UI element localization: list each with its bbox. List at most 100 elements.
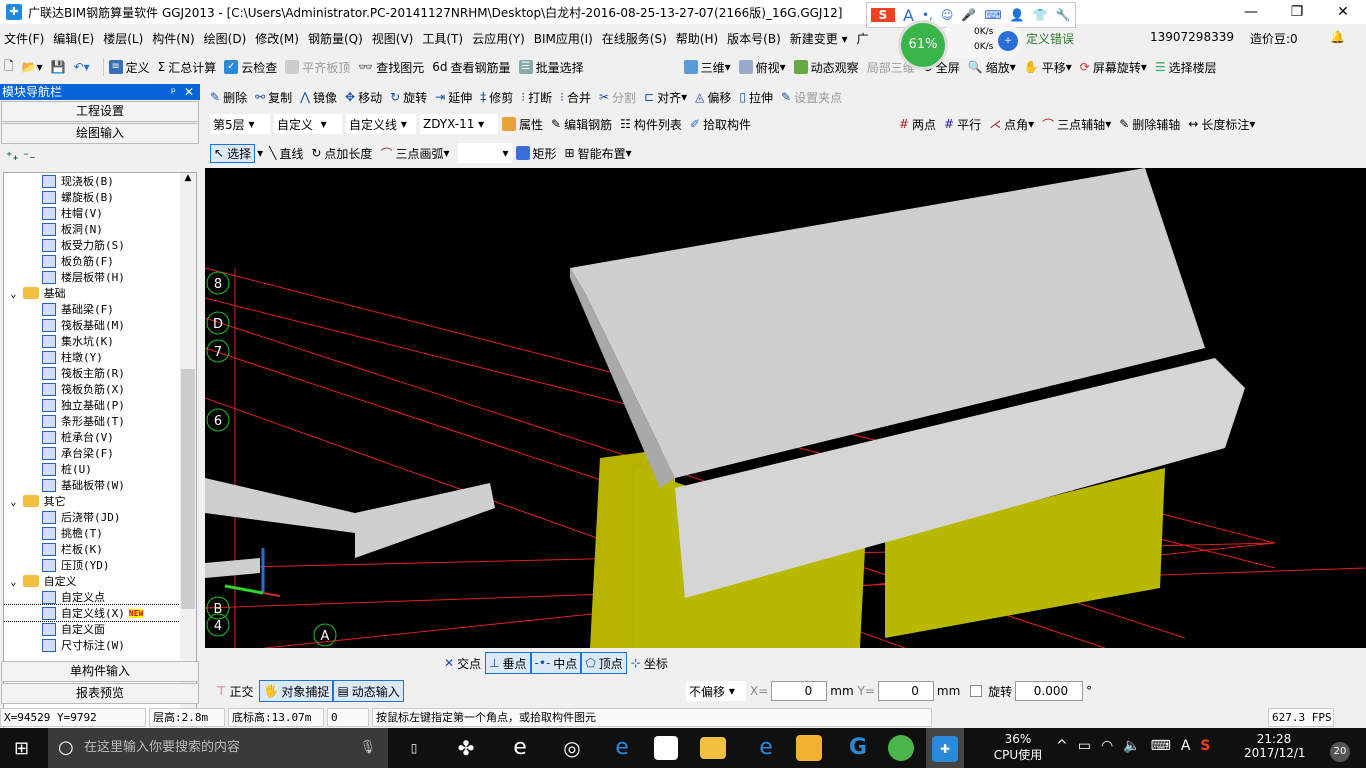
windows-start-icon[interactable]: ⊞ bbox=[14, 738, 29, 759]
view-rebar-button[interactable]: 6d 查看钢筋量 bbox=[432, 59, 510, 76]
tree-item[interactable]: 板受力筋(S) bbox=[4, 237, 196, 253]
tree-item[interactable]: 桩承台(V) bbox=[4, 429, 196, 445]
tree-item[interactable]: 独立基础(P) bbox=[4, 397, 196, 413]
expand-all-icon[interactable]: ⁺₊ bbox=[6, 149, 19, 163]
battery-icon[interactable]: ▭ bbox=[1078, 738, 1091, 754]
minimize-button[interactable]: — bbox=[1228, 0, 1274, 24]
snap-perpendicular[interactable]: ⊥ 垂点 bbox=[485, 652, 531, 674]
menu-new-change[interactable]: 新建变更 ▾ bbox=[790, 30, 848, 47]
arc-mode-select[interactable]: ▾ bbox=[457, 143, 512, 163]
top-view-button[interactable]: 俯视 ▾ bbox=[738, 59, 786, 76]
menu-view[interactable]: 视图(V) bbox=[372, 30, 414, 47]
chevron-down-icon[interactable]: ⌄ bbox=[10, 575, 17, 588]
point-angle-button[interactable]: ⋌ 点角 ▾ bbox=[989, 116, 1034, 133]
grid-axis-label[interactable]: 4 bbox=[206, 613, 230, 637]
break-button[interactable]: ⁝ 打断 bbox=[521, 89, 552, 106]
wrench-icon[interactable]: 🔧 bbox=[1056, 8, 1071, 22]
collapse-all-icon[interactable]: ⁻₋ bbox=[23, 149, 36, 163]
plus-icon[interactable]: + bbox=[998, 31, 1018, 51]
split-button[interactable]: ✂ 分割 bbox=[599, 89, 636, 106]
delete-button[interactable]: ✎ 删除 bbox=[210, 89, 247, 106]
tree-item[interactable]: 柱帽(V) bbox=[4, 205, 196, 221]
tree-item[interactable]: 集水坑(K) bbox=[4, 333, 196, 349]
ie-icon[interactable]: e bbox=[504, 732, 536, 764]
cloud-check-button[interactable]: ✓ 云检查 bbox=[224, 59, 277, 76]
merge-button[interactable]: ⁝ 合并 bbox=[560, 89, 591, 106]
two-point-axis-button[interactable]: # 两点 bbox=[899, 116, 936, 133]
menu-edit[interactable]: 编辑(E) bbox=[53, 30, 94, 47]
screen-rotate-button[interactable]: ⟳ 屏幕旋转 ▾ bbox=[1080, 59, 1147, 76]
fan-app-icon[interactable]: ✤ bbox=[450, 732, 482, 764]
close-panel-icon[interactable]: ✕ bbox=[184, 84, 194, 100]
delete-axis-button[interactable]: ✎ 删除辅轴 bbox=[1119, 116, 1180, 133]
select-floor-button[interactable]: ☰ 选择楼层 bbox=[1155, 59, 1217, 76]
scroll-thumb[interactable] bbox=[181, 369, 195, 609]
chevron-down-icon[interactable]: ⌄ bbox=[10, 287, 17, 300]
grid-axis-label[interactable]: 8 bbox=[206, 271, 230, 295]
menu-component[interactable]: 构件(N) bbox=[152, 30, 194, 47]
tree-item[interactable]: 挑檐(T) bbox=[4, 525, 196, 541]
ortho-button[interactable]: ⊤ 正交 bbox=[212, 680, 257, 702]
offset-mode-select[interactable]: 不偏移 ▾ bbox=[686, 681, 746, 701]
emoji-icon[interactable]: ☺ bbox=[941, 8, 954, 22]
green-app-icon[interactable] bbox=[888, 735, 914, 761]
tree-item[interactable]: 板洞(N) bbox=[4, 221, 196, 237]
ime-indicator[interactable]: A bbox=[1181, 738, 1191, 754]
save-icon[interactable]: 💾 bbox=[51, 60, 66, 74]
tree-item[interactable]: 柱墩(Y) bbox=[4, 349, 196, 365]
wifi-icon[interactable]: ◠ bbox=[1101, 738, 1113, 754]
restore-button[interactable]: ❐ bbox=[1274, 0, 1320, 24]
tree-item[interactable]: 筏板负筋(X) bbox=[4, 381, 196, 397]
sogou-tray-icon[interactable]: S bbox=[1200, 738, 1210, 754]
y-offset-input[interactable]: 0 bbox=[877, 681, 934, 701]
menu-online[interactable]: 在线服务(S) bbox=[602, 30, 667, 47]
copy-button[interactable]: ⚯ 复制 bbox=[255, 89, 292, 106]
keyboard-icon[interactable]: ⌨ bbox=[984, 8, 1001, 22]
properties-button[interactable]: 属性 bbox=[502, 116, 543, 133]
batch-select-button[interactable]: ☰ 批量选择 bbox=[518, 59, 584, 76]
snap-intersection[interactable]: ✕ 交点 bbox=[440, 652, 485, 674]
undo-icon[interactable]: ↶▾ bbox=[74, 60, 90, 74]
trim-button[interactable]: ‡ 修剪 bbox=[480, 89, 513, 106]
tree-item[interactable]: 基础梁(F) bbox=[4, 301, 196, 317]
mic-icon[interactable]: 🎤 bbox=[961, 8, 976, 22]
user-account[interactable]: 13907298339 bbox=[1150, 30, 1234, 44]
glodon-icon[interactable]: G bbox=[842, 732, 874, 764]
tree-item[interactable]: 现浇板(B) bbox=[4, 173, 196, 189]
set-grip-button[interactable]: ✎ 设置夹点 bbox=[781, 89, 842, 106]
pan-button[interactable]: ✋ 平移 ▾ bbox=[1024, 59, 1072, 76]
extend-button[interactable]: ⇥ 延伸 bbox=[435, 89, 472, 106]
menu-cloud[interactable]: 云应用(Y) bbox=[472, 30, 525, 47]
menu-guang[interactable]: 广 bbox=[857, 30, 869, 47]
tree-item[interactable]: 压顶(YD) bbox=[4, 557, 196, 573]
tab-drawing-input[interactable]: 绘图输入 bbox=[1, 123, 199, 144]
menu-help[interactable]: 帮助(H) bbox=[676, 30, 718, 47]
smart-layout-button[interactable]: ⊞ 智能布置 ▾ bbox=[565, 145, 632, 162]
grid-axis-label[interactable]: D bbox=[206, 311, 230, 335]
notification-badge[interactable]: 20 bbox=[1330, 742, 1350, 762]
tree-item[interactable]: 螺旋板(B) bbox=[4, 189, 196, 205]
three-point-arc-button[interactable]: ⌒ 三点画弧 ▾ bbox=[380, 145, 449, 162]
net-speed-ball[interactable]: 61% bbox=[898, 20, 948, 70]
user-icon[interactable]: 👤 bbox=[1010, 8, 1025, 22]
object-snap-button[interactable]: 🖐 对象捕捉 bbox=[259, 680, 334, 702]
tab-single-component[interactable]: 单构件输入 bbox=[1, 661, 199, 682]
summary-calc-button[interactable]: Σ 汇总计算 bbox=[158, 59, 217, 76]
select-button[interactable]: ↖ 选择 bbox=[210, 143, 256, 163]
open-folder-icon[interactable]: 📂▾ bbox=[22, 60, 43, 74]
tree-item[interactable]: ⌄ 基础 bbox=[4, 285, 196, 301]
rotate-button[interactable]: ↻ 旋转 bbox=[390, 89, 427, 106]
pick-component-button[interactable]: ✐ 拾取构件 bbox=[690, 116, 751, 133]
point-length-button[interactable]: ↻ 点加长度 bbox=[311, 145, 372, 162]
tree-item[interactable]: 自定义面 bbox=[4, 621, 196, 637]
tree-scrollbar[interactable]: ▲ ▼ bbox=[180, 173, 196, 741]
dynamic-observe-button[interactable]: 动态观察 bbox=[793, 59, 859, 76]
tree-item[interactable]: 条形基础(T) bbox=[4, 413, 196, 429]
edge-icon[interactable]: e bbox=[606, 732, 638, 764]
rotate-checkbox[interactable] bbox=[970, 685, 983, 697]
zoom-button[interactable]: 🔍 缩放 ▾ bbox=[968, 59, 1016, 76]
file-explorer-icon[interactable] bbox=[700, 737, 726, 759]
menu-define-error[interactable]: 定义错误 bbox=[1024, 30, 1077, 47]
rotate-input[interactable]: 0.000 bbox=[1015, 681, 1084, 701]
grid-axis-label[interactable]: 7 bbox=[206, 339, 230, 363]
